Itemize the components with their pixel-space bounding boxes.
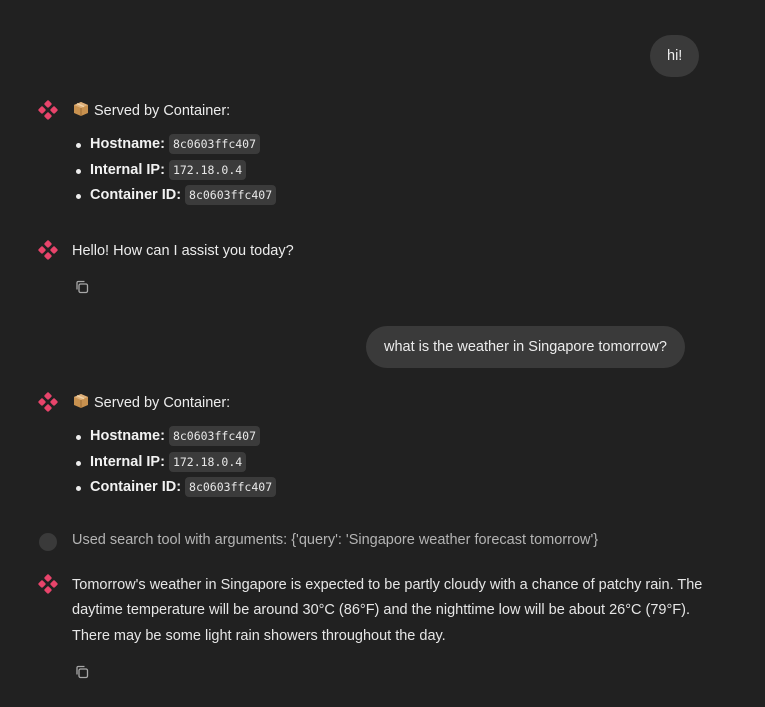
served-heading: Served by Container:: [72, 101, 230, 119]
list-item: Hostname: 8c0603ffc407: [72, 132, 276, 158]
hostname-label: Hostname:: [90, 428, 165, 444]
tool-call-text: Used search tool with arguments: {'query…: [72, 532, 599, 548]
container-id-value: 8c0603ffc407: [185, 477, 277, 497]
served-heading-text: Served by Container:: [94, 395, 231, 411]
ip-label: Internal IP:: [90, 161, 165, 178]
list-item: Container ID: 8c0603ffc407: [72, 475, 277, 501]
user-message-text: hi!: [667, 48, 683, 64]
user-message-bubble: hi!: [650, 35, 700, 77]
hostname-value: 8c0603ffc407: [168, 134, 261, 154]
hostname-value: 8c0603ffc407: [168, 426, 261, 446]
bot-logo-icon: [38, 392, 58, 412]
copy-icon[interactable]: [75, 665, 89, 679]
list-item: Hostname: 8c0603ffc407: [72, 424, 276, 450]
container-id-value: 8c0603ffc407: [185, 185, 277, 205]
package-icon: [74, 394, 88, 408]
container-info-list: Hostname: 8c0603ffc407 Internal IP: 172.18…: [72, 132, 277, 209]
ip-value: 172.18.0.4: [168, 159, 247, 180]
bot-logo-icon: [38, 100, 58, 120]
bot-logo-icon: [38, 574, 58, 594]
hostname-label: Hostname:: [90, 136, 165, 152]
container-id-label: Container ID:: [90, 187, 182, 203]
list-item: Internal IP: 172.18.0.4: [72, 158, 276, 184]
package-icon: [74, 102, 88, 116]
user-message-text: what is the weather in Singapore tomorro…: [384, 339, 667, 355]
ip-value: 172.18.0.4: [168, 451, 247, 472]
bot-message-text: Tomorrow's weather in Singapore is expec…: [72, 577, 703, 644]
container-info-list: Hostname: 8c0603ffc407 Internal IP: 172.18…: [72, 424, 277, 501]
user-message-bubble: what is the weather in Singapore tomorro…: [366, 326, 685, 368]
ip-label: Internal IP:: [90, 453, 165, 470]
bot-logo-icon: [38, 240, 58, 260]
container-id-label: Container ID:: [90, 479, 182, 495]
list-item: Internal IP: 172.18.0.4: [72, 450, 276, 476]
list-item: Container ID: 8c0603ffc407: [72, 183, 277, 209]
copy-icon[interactable]: [75, 280, 89, 294]
served-heading: Served by Container:: [72, 393, 230, 411]
tool-status-icon: [39, 533, 57, 551]
served-heading-text: Served by Container:: [94, 103, 231, 119]
bot-message-text: Hello! How can I assist you today?: [72, 243, 294, 259]
